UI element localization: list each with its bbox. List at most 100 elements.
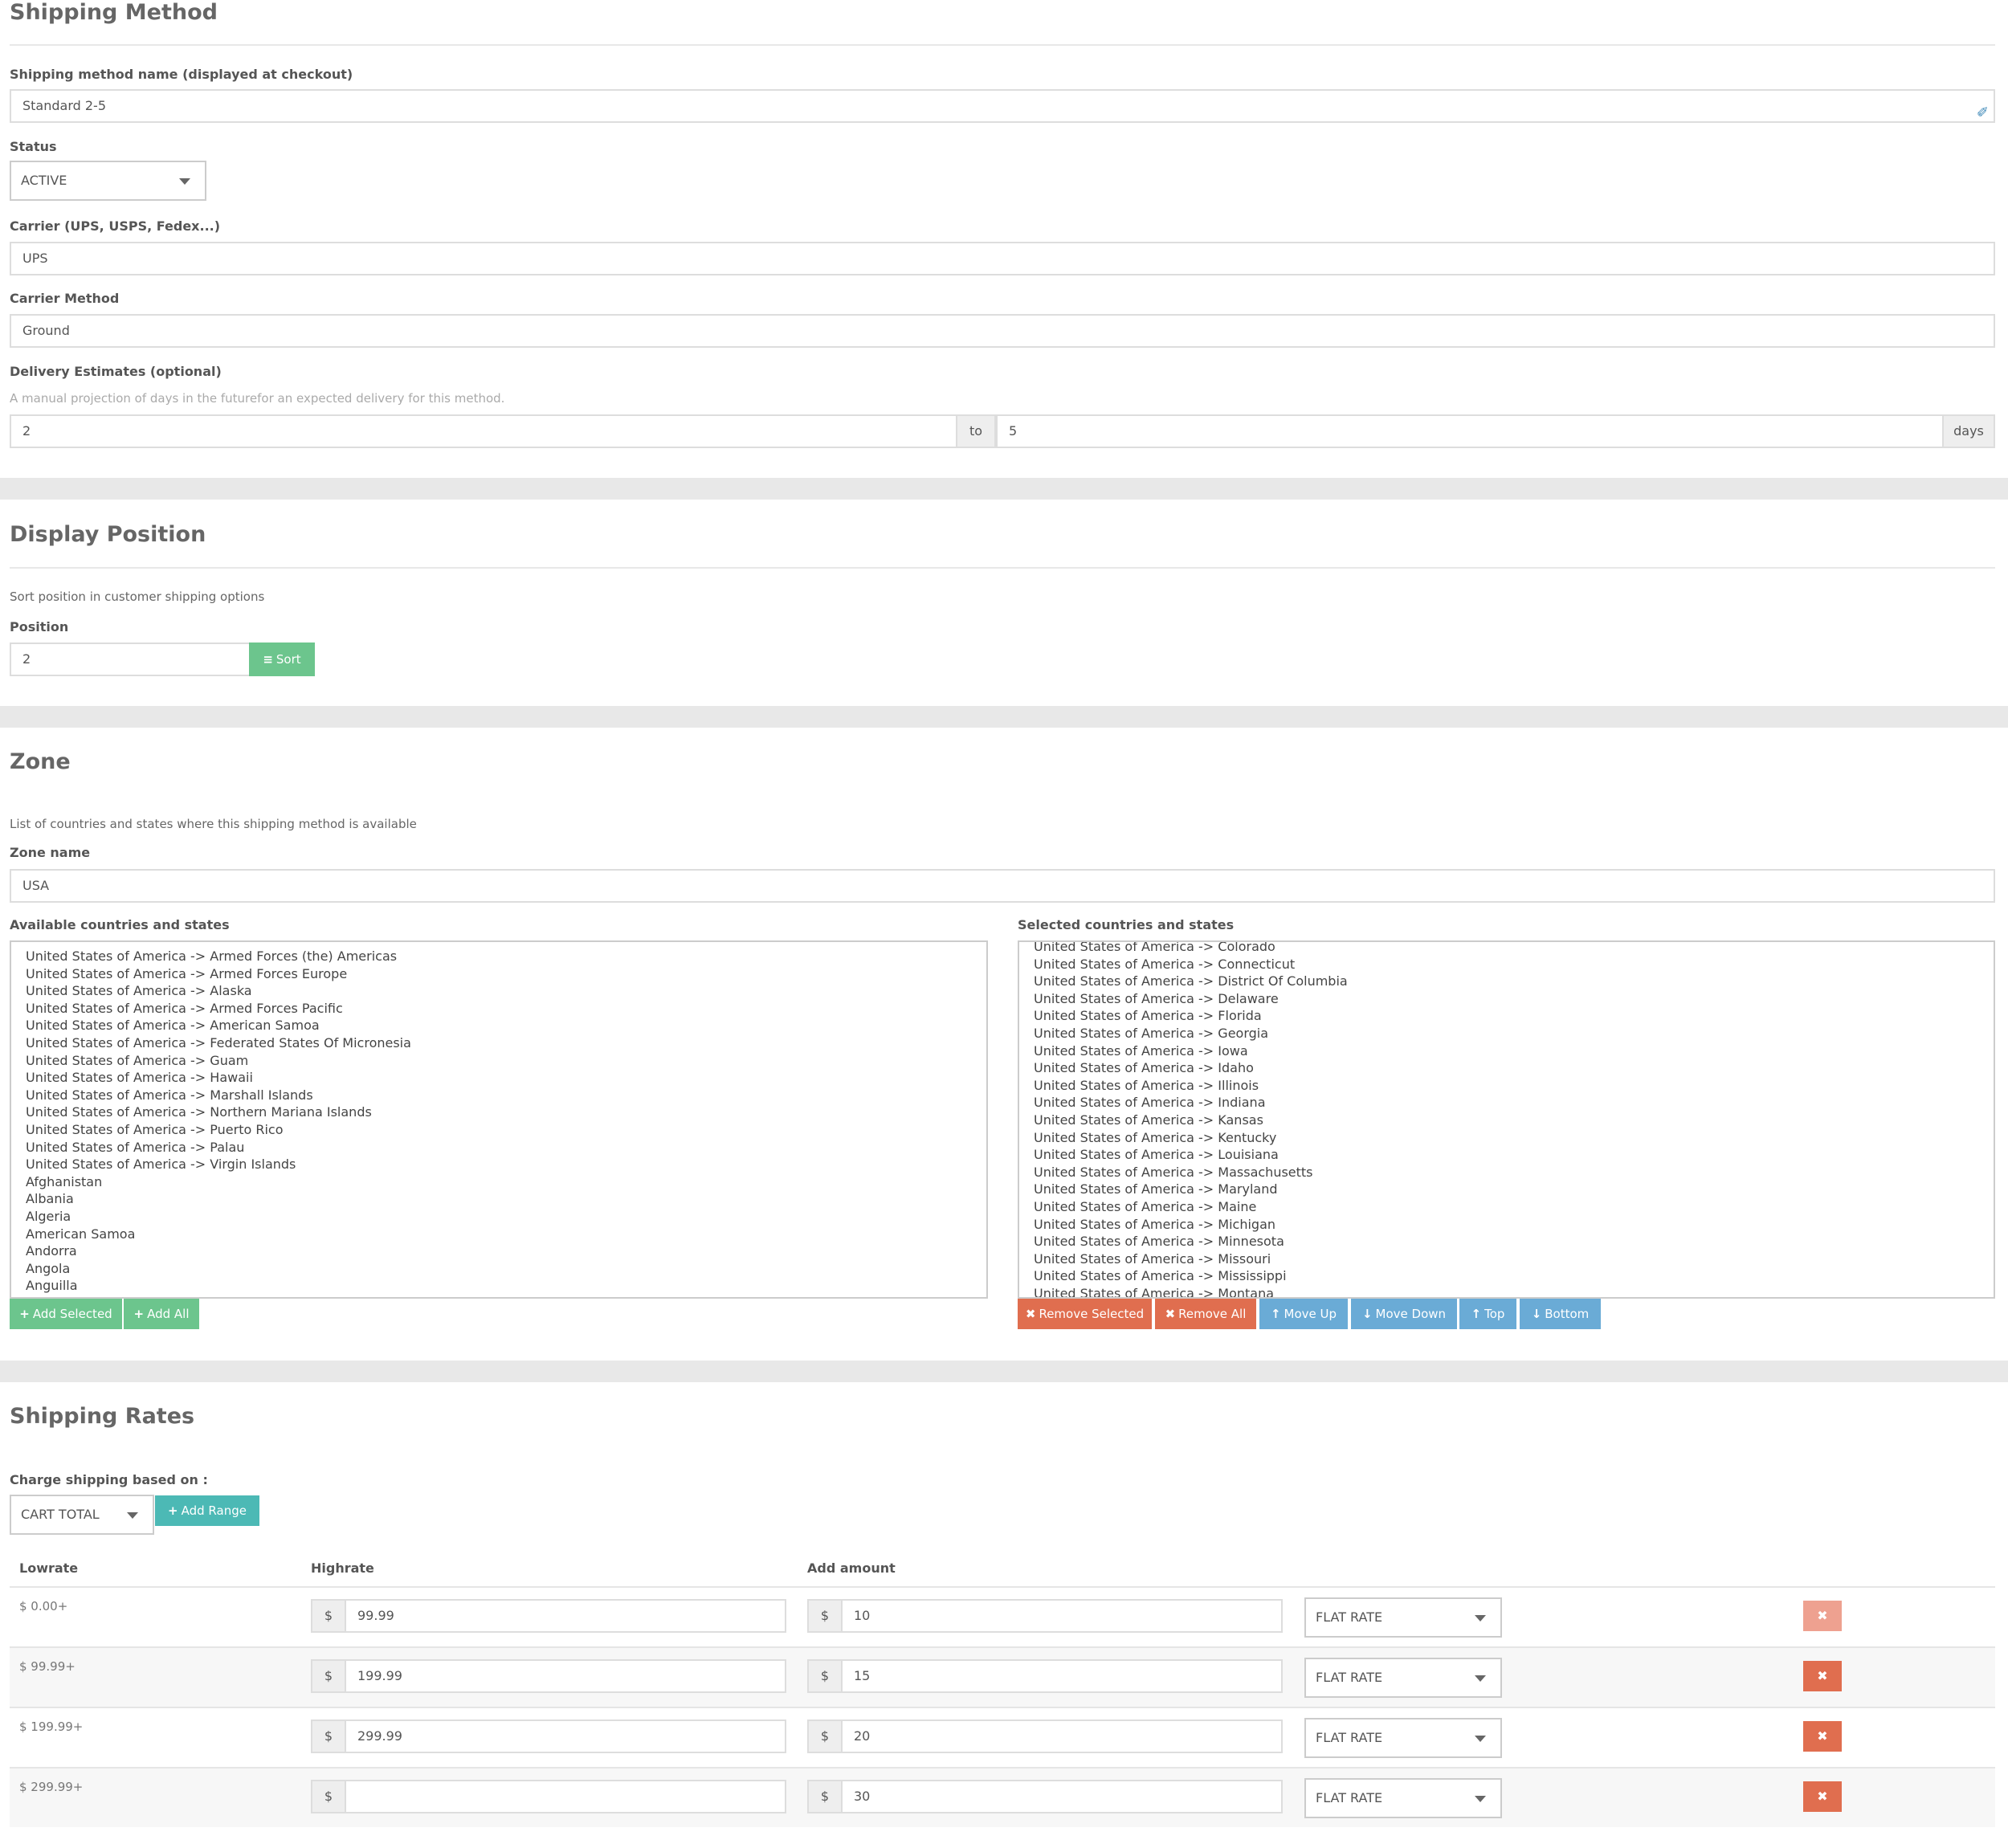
- delete-row-button[interactable]: ✖: [1803, 1601, 1842, 1631]
- rate-type-select[interactable]: FLAT RATE: [1304, 1597, 1502, 1638]
- rate-type-value: FLAT RATE: [1316, 1730, 1383, 1745]
- list-option[interactable]: United States of America -> Maine: [1019, 1198, 1994, 1216]
- list-option[interactable]: United States of America -> Kentucky: [1019, 1129, 1994, 1147]
- available-countries-list[interactable]: United States of America -> Armed Forces…: [10, 940, 988, 1299]
- zone-name-value: USA: [22, 878, 50, 893]
- list-option[interactable]: United States of America -> Guam: [11, 1052, 986, 1070]
- list-option[interactable]: United States of America -> Colorado: [1019, 942, 1994, 956]
- list-option[interactable]: United States of America -> Mississippi: [1019, 1267, 1994, 1285]
- list-option[interactable]: United States of America -> Kansas: [1019, 1112, 1994, 1129]
- arrow-up-icon: ↑: [1471, 1307, 1482, 1321]
- list-option[interactable]: United States of America -> Massachusett…: [1019, 1164, 1994, 1181]
- amount-input[interactable]: 20: [841, 1719, 1283, 1753]
- list-option[interactable]: United States of America -> Maryland: [1019, 1181, 1994, 1198]
- rate-type-select[interactable]: FLAT RATE: [1304, 1658, 1502, 1698]
- charge-based-on-select[interactable]: CART TOTAL: [10, 1495, 154, 1535]
- move-down-button[interactable]: ↓ Move Down: [1351, 1299, 1457, 1329]
- zone-name-input[interactable]: USA: [10, 869, 1995, 903]
- highrate-input[interactable]: 99.99: [345, 1599, 786, 1633]
- delete-row-button[interactable]: ✖: [1803, 1661, 1842, 1691]
- currency-addon: $: [807, 1719, 843, 1753]
- method-name-input[interactable]: Standard 2-5 ✐: [10, 89, 1995, 123]
- amount-input[interactable]: 30: [841, 1780, 1283, 1813]
- list-option[interactable]: United States of America -> Florida: [1019, 1007, 1994, 1025]
- col-add-amount: Add amount: [807, 1560, 896, 1576]
- list-option[interactable]: United States of America -> Montana: [1019, 1285, 1994, 1297]
- highrate-value: 299.99: [357, 1728, 402, 1744]
- list-option[interactable]: United States of America -> Virgin Islan…: [11, 1156, 986, 1173]
- delivery-to-value: 5: [1009, 423, 1018, 439]
- amount-input[interactable]: 10: [841, 1599, 1283, 1633]
- list-option[interactable]: Angola: [11, 1260, 986, 1278]
- list-option[interactable]: Anguilla: [11, 1277, 986, 1295]
- remove-selected-button[interactable]: ✖ Remove Selected: [1018, 1299, 1152, 1329]
- list-option[interactable]: Algeria: [11, 1208, 986, 1226]
- list-option[interactable]: United States of America -> Armed Forces…: [11, 965, 986, 983]
- currency-addon: $: [807, 1780, 843, 1813]
- highrate-input[interactable]: 199.99: [345, 1659, 786, 1693]
- delete-row-button[interactable]: ✖: [1803, 1721, 1842, 1752]
- list-option[interactable]: United States of America -> Georgia: [1019, 1025, 1994, 1042]
- bottom-button[interactable]: ↓ Bottom: [1520, 1299, 1601, 1329]
- currency-addon: $: [807, 1659, 843, 1693]
- list-option[interactable]: United States of America -> Delaware: [1019, 990, 1994, 1008]
- list-option[interactable]: United States of America -> Illinois: [1019, 1077, 1994, 1095]
- section-gap: [0, 478, 2008, 500]
- list-option[interactable]: United States of America -> Minnesota: [1019, 1233, 1994, 1250]
- highrate-input[interactable]: 299.99: [345, 1719, 786, 1753]
- list-option[interactable]: United States of America -> Missouri: [1019, 1250, 1994, 1268]
- delivery-to-addon: to: [956, 414, 996, 448]
- list-option[interactable]: United States of America -> Marshall Isl…: [11, 1087, 986, 1104]
- carrier-input[interactable]: UPS: [10, 242, 1995, 275]
- delivery-to-input[interactable]: 5: [996, 414, 1944, 448]
- add-range-button[interactable]: + Add Range: [155, 1495, 259, 1526]
- rate-lowrate: $ 99.99+: [19, 1659, 76, 1674]
- remove-all-button[interactable]: ✖ Remove All: [1155, 1299, 1256, 1329]
- list-option[interactable]: United States of America -> Louisiana: [1019, 1146, 1994, 1164]
- list-option[interactable]: United States of America -> Armed Forces…: [11, 1000, 986, 1018]
- divider: [10, 44, 1995, 46]
- list-option[interactable]: United States of America -> Palau: [11, 1139, 986, 1157]
- amount-input[interactable]: 15: [841, 1659, 1283, 1693]
- list-option[interactable]: United States of America -> Indiana: [1019, 1094, 1994, 1112]
- list-option[interactable]: United States of America -> District Of …: [1019, 973, 1994, 990]
- add-selected-button[interactable]: + Add Selected: [10, 1299, 122, 1329]
- rate-lowrate: $ 0.00+: [19, 1599, 68, 1613]
- position-input[interactable]: 2: [10, 643, 251, 676]
- list-option[interactable]: Albania: [11, 1190, 986, 1208]
- remove-all-label: Remove All: [1178, 1307, 1247, 1321]
- carrier-method-input[interactable]: Ground: [10, 314, 1995, 348]
- delivery-from-input[interactable]: 2: [10, 414, 957, 448]
- list-option[interactable]: United States of America -> Alaska: [11, 982, 986, 1000]
- currency-addon: $: [311, 1599, 346, 1633]
- list-option[interactable]: United States of America -> Connecticut: [1019, 956, 1994, 973]
- list-option[interactable]: Andorra: [11, 1242, 986, 1260]
- sort-button[interactable]: ≡ Sort: [249, 643, 315, 676]
- move-up-button[interactable]: ↑ Move Up: [1259, 1299, 1348, 1329]
- carrier-method-value: Ground: [22, 323, 70, 338]
- list-option[interactable]: American Samoa: [11, 1226, 986, 1243]
- position-label: Position: [10, 619, 69, 634]
- list-option[interactable]: United States of America -> Iowa: [1019, 1042, 1994, 1060]
- list-option[interactable]: United States of America -> Federated St…: [11, 1034, 986, 1052]
- rate-type-select[interactable]: FLAT RATE: [1304, 1778, 1502, 1818]
- rate-type-value: FLAT RATE: [1316, 1670, 1383, 1685]
- close-icon: ✖: [1025, 1307, 1036, 1321]
- delete-row-button[interactable]: ✖: [1803, 1781, 1842, 1812]
- status-select[interactable]: ACTIVE: [10, 161, 206, 201]
- add-all-button[interactable]: + Add All: [124, 1299, 199, 1329]
- add-range-label: Add Range: [181, 1503, 247, 1518]
- selected-countries-list[interactable]: United States of America -> Colorado Unit…: [1018, 940, 1995, 1299]
- list-option[interactable]: United States of America -> Michigan: [1019, 1216, 1994, 1234]
- pencil-icon[interactable]: ✐: [1977, 98, 1989, 121]
- top-button[interactable]: ↑ Top: [1459, 1299, 1516, 1329]
- list-option[interactable]: United States of America -> Hawaii: [11, 1069, 986, 1087]
- list-option[interactable]: United States of America -> Northern Mar…: [11, 1103, 986, 1121]
- list-option[interactable]: United States of America -> American Sam…: [11, 1017, 986, 1034]
- list-option[interactable]: United States of America -> Puerto Rico: [11, 1121, 986, 1139]
- list-option[interactable]: United States of America -> Idaho: [1019, 1059, 1994, 1077]
- list-option[interactable]: Afghanistan: [11, 1173, 986, 1191]
- highrate-input[interactable]: [345, 1780, 786, 1813]
- list-option[interactable]: United States of America -> Armed Forces…: [11, 948, 986, 965]
- rate-type-select[interactable]: FLAT RATE: [1304, 1718, 1502, 1758]
